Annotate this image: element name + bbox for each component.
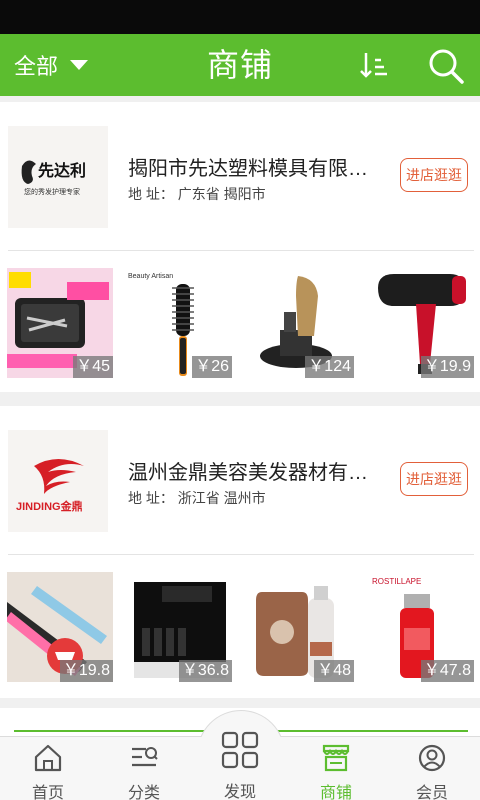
svg-text:Beauty Artisan: Beauty Artisan [128, 273, 173, 280]
product-price: ￥36.8 [178, 660, 232, 682]
discover-grid-icon [221, 731, 259, 769]
product-price: ￥26 [192, 356, 232, 378]
category-filter-label: 全部 [14, 54, 59, 79]
status-bar [0, 0, 480, 34]
product-strip: ￥45 Beauty Artisan ￥26 ￥124 ￥19.9 [0, 258, 480, 398]
svg-text:ROSTILLAPE: ROSTILLAPE [372, 577, 421, 586]
product-price: ￥124 [305, 356, 354, 378]
divider [8, 250, 474, 251]
shop-name: 温州金鼎美容美发器材有限公... [128, 462, 382, 484]
shop-name: 揭阳市先达塑料模具有限公司 [128, 158, 382, 180]
tab-discover[interactable]: 发现 [192, 710, 288, 800]
product-thumb[interactable]: ROSTILLAPE ￥47.8 [368, 572, 474, 682]
shop-header[interactable]: JINDING金鼎 温州金鼎美容美发器材有限公... 地 址： 浙江省 温州市 … [0, 406, 480, 552]
enter-shop-button[interactable]: 进店逛逛 [400, 462, 468, 496]
search-icon [429, 49, 464, 84]
tab-category[interactable]: 分类 [96, 737, 192, 800]
shop-logo-text: 先达利 [38, 161, 86, 180]
product-price: ￥45 [73, 356, 113, 378]
tab-member[interactable]: 会员 [384, 737, 480, 800]
sort-icon [360, 53, 387, 78]
shop-address: 地 址： 浙江省 温州市 [128, 490, 266, 506]
svg-text:您的秀发护理专家: 您的秀发护理专家 [24, 187, 80, 196]
home-icon [34, 744, 62, 772]
product-price: ￥47.8 [420, 660, 474, 682]
tab-label: 分类 [127, 785, 160, 800]
divider [8, 554, 474, 555]
product-thumb[interactable]: Beauty Artisan ￥26 [126, 268, 232, 378]
product-thumb[interactable]: ￥19.8 [7, 572, 113, 682]
category-icon [132, 747, 158, 767]
product-thumb[interactable]: ￥45 [7, 268, 113, 378]
member-icon [418, 744, 446, 772]
enter-shop-button[interactable]: 进店逛逛 [400, 158, 468, 192]
product-price: ￥48 [314, 660, 354, 682]
tab-label: 商铺 [319, 785, 352, 800]
tab-label: 会员 [415, 785, 448, 800]
shop-icon [322, 744, 350, 772]
top-bar: 全部 商铺 [0, 34, 480, 96]
sort-button[interactable] [358, 48, 392, 82]
shop-logo: JINDING金鼎 [8, 430, 108, 532]
shop-list[interactable]: 先达利 您的秀发护理专家 揭阳市先达塑料模具有限公司 地 址： 广东省 揭阳市 … [0, 96, 480, 736]
product-thumb[interactable]: ￥36.8 [126, 572, 232, 682]
shop-card[interactable]: JINDING金鼎 温州金鼎美容美发器材有限公... 地 址： 浙江省 温州市 … [0, 406, 480, 698]
search-button[interactable] [426, 46, 466, 86]
tab-label: 首页 [31, 785, 64, 800]
product-price: ￥19.9 [420, 356, 474, 378]
shop-address: 地 址： 广东省 揭阳市 [128, 186, 266, 202]
shop-card[interactable]: 先达利 您的秀发护理专家 揭阳市先达塑料模具有限公司 地 址： 广东省 揭阳市 … [0, 102, 480, 392]
product-thumb[interactable]: ￥48 [248, 572, 354, 682]
shop-header[interactable]: 先达利 您的秀发护理专家 揭阳市先达塑料模具有限公司 地 址： 广东省 揭阳市 … [0, 102, 480, 248]
tab-shop[interactable]: 商铺 [288, 737, 384, 800]
chevron-down-icon [70, 60, 89, 70]
product-thumb[interactable]: ￥124 [248, 268, 354, 378]
shop-logo-text: JINDING金鼎 [16, 499, 83, 513]
product-price: ￥19.8 [59, 660, 113, 682]
shop-logo: 先达利 您的秀发护理专家 [8, 126, 108, 228]
tab-home[interactable]: 首页 [0, 737, 96, 800]
category-filter-dropdown[interactable]: 全部 [14, 34, 89, 96]
product-thumb[interactable]: ￥19.9 [368, 268, 474, 378]
tab-label: 发现 [223, 784, 256, 800]
product-strip: ￥19.8 ￥36.8 ￥48 ROSTILLAPE ￥47.8 [0, 562, 480, 702]
